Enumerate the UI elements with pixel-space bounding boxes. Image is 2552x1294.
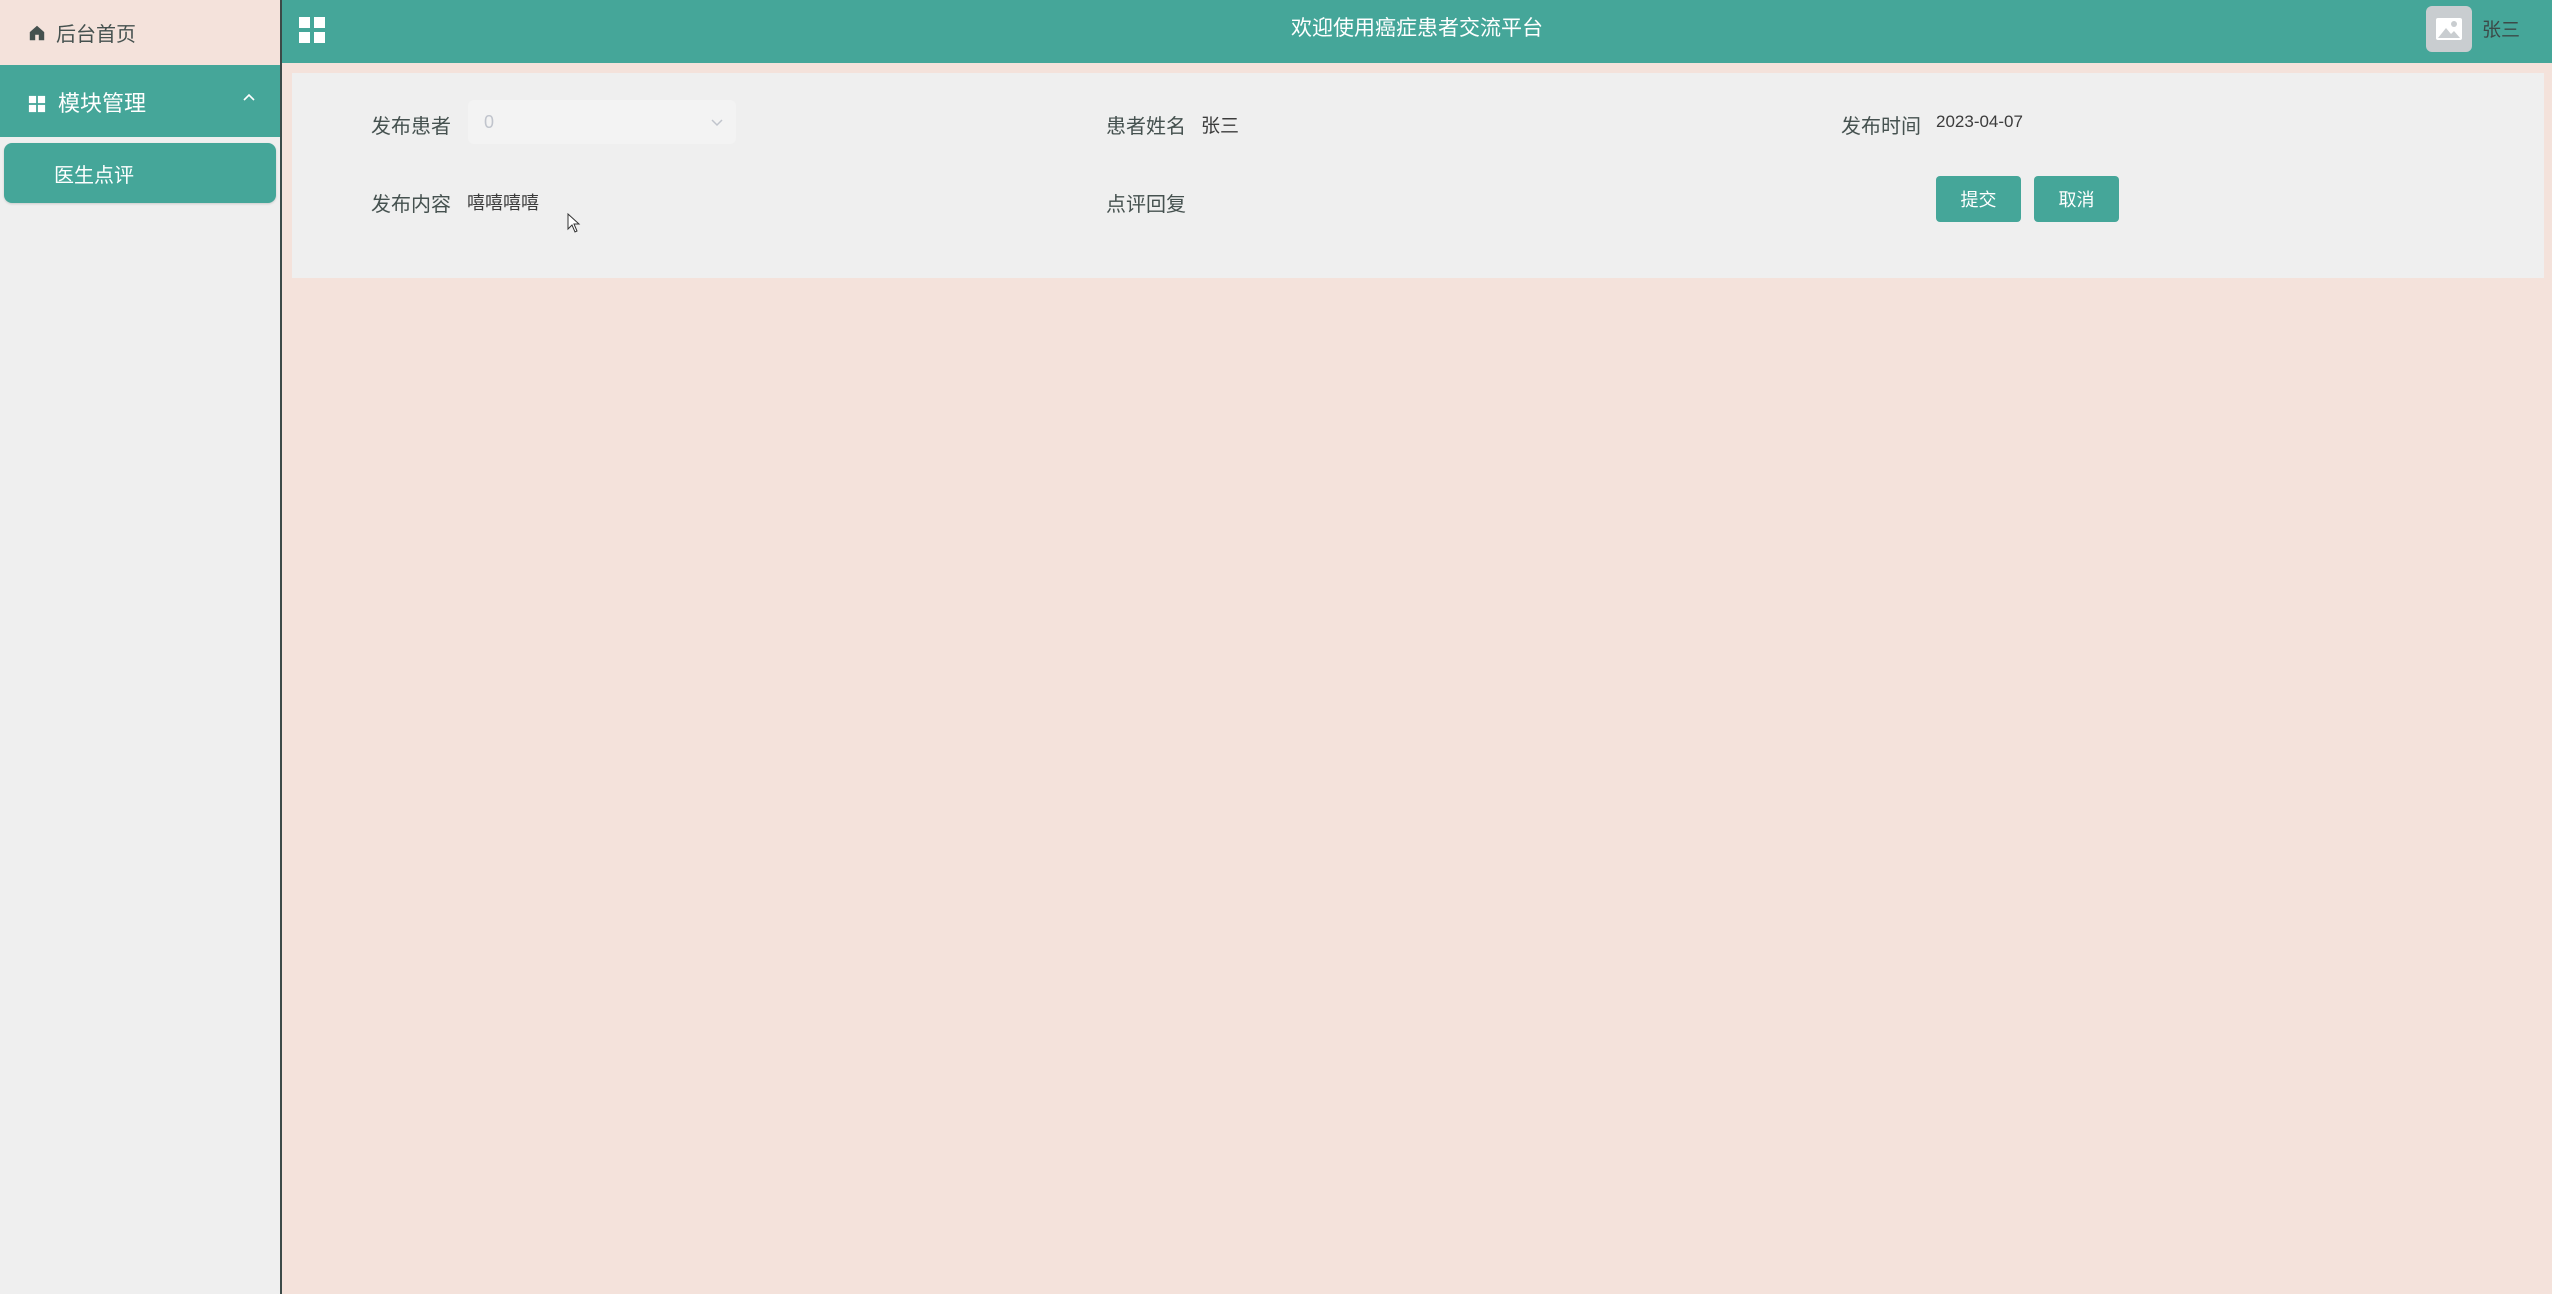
sidebar-item-home[interactable]: 后台首页 <box>0 0 280 67</box>
form-panel: 发布患者 0 患者姓名 张三 发布时间 2023-04-07 发布内容 嘻嘻嘻嘻… <box>292 73 2544 278</box>
publisher-select-value: 0 <box>484 112 495 132</box>
publisher-label: 发布患者 <box>371 116 451 138</box>
avatar[interactable] <box>2426 6 2472 52</box>
grid-icon <box>28 93 46 113</box>
sidebar-item-doctor-review-label: 医生点评 <box>54 164 134 187</box>
sidebar-item-home-label: 后台首页 <box>56 24 136 46</box>
sidebar-item-doctor-review[interactable]: 医生点评 <box>4 143 276 203</box>
chevron-up-icon <box>243 93 255 101</box>
submit-button[interactable]: 提交 <box>1936 176 2021 222</box>
top-header: 欢迎使用癌症患者交流平台 张三 <box>282 0 2552 63</box>
sidebar-group-label: 模块管理 <box>58 91 147 116</box>
content-value: 嘻嘻嘻嘻 <box>467 193 539 213</box>
chevron-down-icon <box>711 119 723 127</box>
patient-name-label: 患者姓名 <box>1106 116 1186 138</box>
sidebar-group-module-management[interactable]: 模块管理 <box>0 67 280 137</box>
page-title: 欢迎使用癌症患者交流平台 <box>1291 17 1543 40</box>
mouse-cursor-icon <box>567 213 581 233</box>
publish-time-value: 2023-04-07 <box>1936 112 2023 131</box>
publish-time-label: 发布时间 <box>1841 116 1921 138</box>
sidebar: 后台首页 模块管理 医生点评 <box>0 0 282 1294</box>
publisher-select[interactable]: 0 <box>468 100 736 144</box>
cancel-button[interactable]: 取消 <box>2034 176 2119 222</box>
image-icon <box>2436 18 2462 40</box>
content-label: 发布内容 <box>371 194 451 216</box>
patient-name-value: 张三 <box>1201 116 1240 137</box>
username[interactable]: 张三 <box>2482 0 2520 62</box>
reply-label: 点评回复 <box>1106 194 1186 216</box>
home-icon <box>28 24 46 42</box>
